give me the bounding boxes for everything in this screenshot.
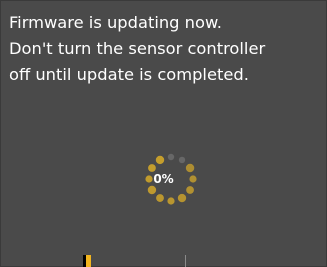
progress-marker-accent	[86, 255, 91, 267]
message-line-1: Firmware is updating now.	[9, 13, 222, 32]
message-line-3: off until update is completed.	[9, 65, 249, 84]
update-message: Firmware is updating now. Don't turn the…	[9, 10, 327, 88]
spinner-dot	[155, 155, 165, 165]
spinner-dot	[167, 197, 175, 205]
message-line-2: Don't turn the sensor controller	[9, 39, 266, 58]
firmware-update-screen: Firmware is updating now. Don't turn the…	[0, 0, 327, 267]
spinner-dot	[156, 194, 164, 202]
progress-percent-label: 0%	[153, 172, 174, 186]
spinner-dot	[186, 186, 194, 194]
spinner-dot	[167, 153, 175, 161]
progress-track-tick	[185, 255, 186, 267]
spinner-dot	[189, 175, 197, 183]
spinner-dot	[178, 156, 186, 164]
spinner-dot	[177, 193, 187, 203]
spinner-dot	[148, 164, 156, 172]
spinner-dot	[185, 163, 195, 173]
spinner-dot	[147, 185, 157, 195]
progress-indicator	[83, 255, 91, 267]
